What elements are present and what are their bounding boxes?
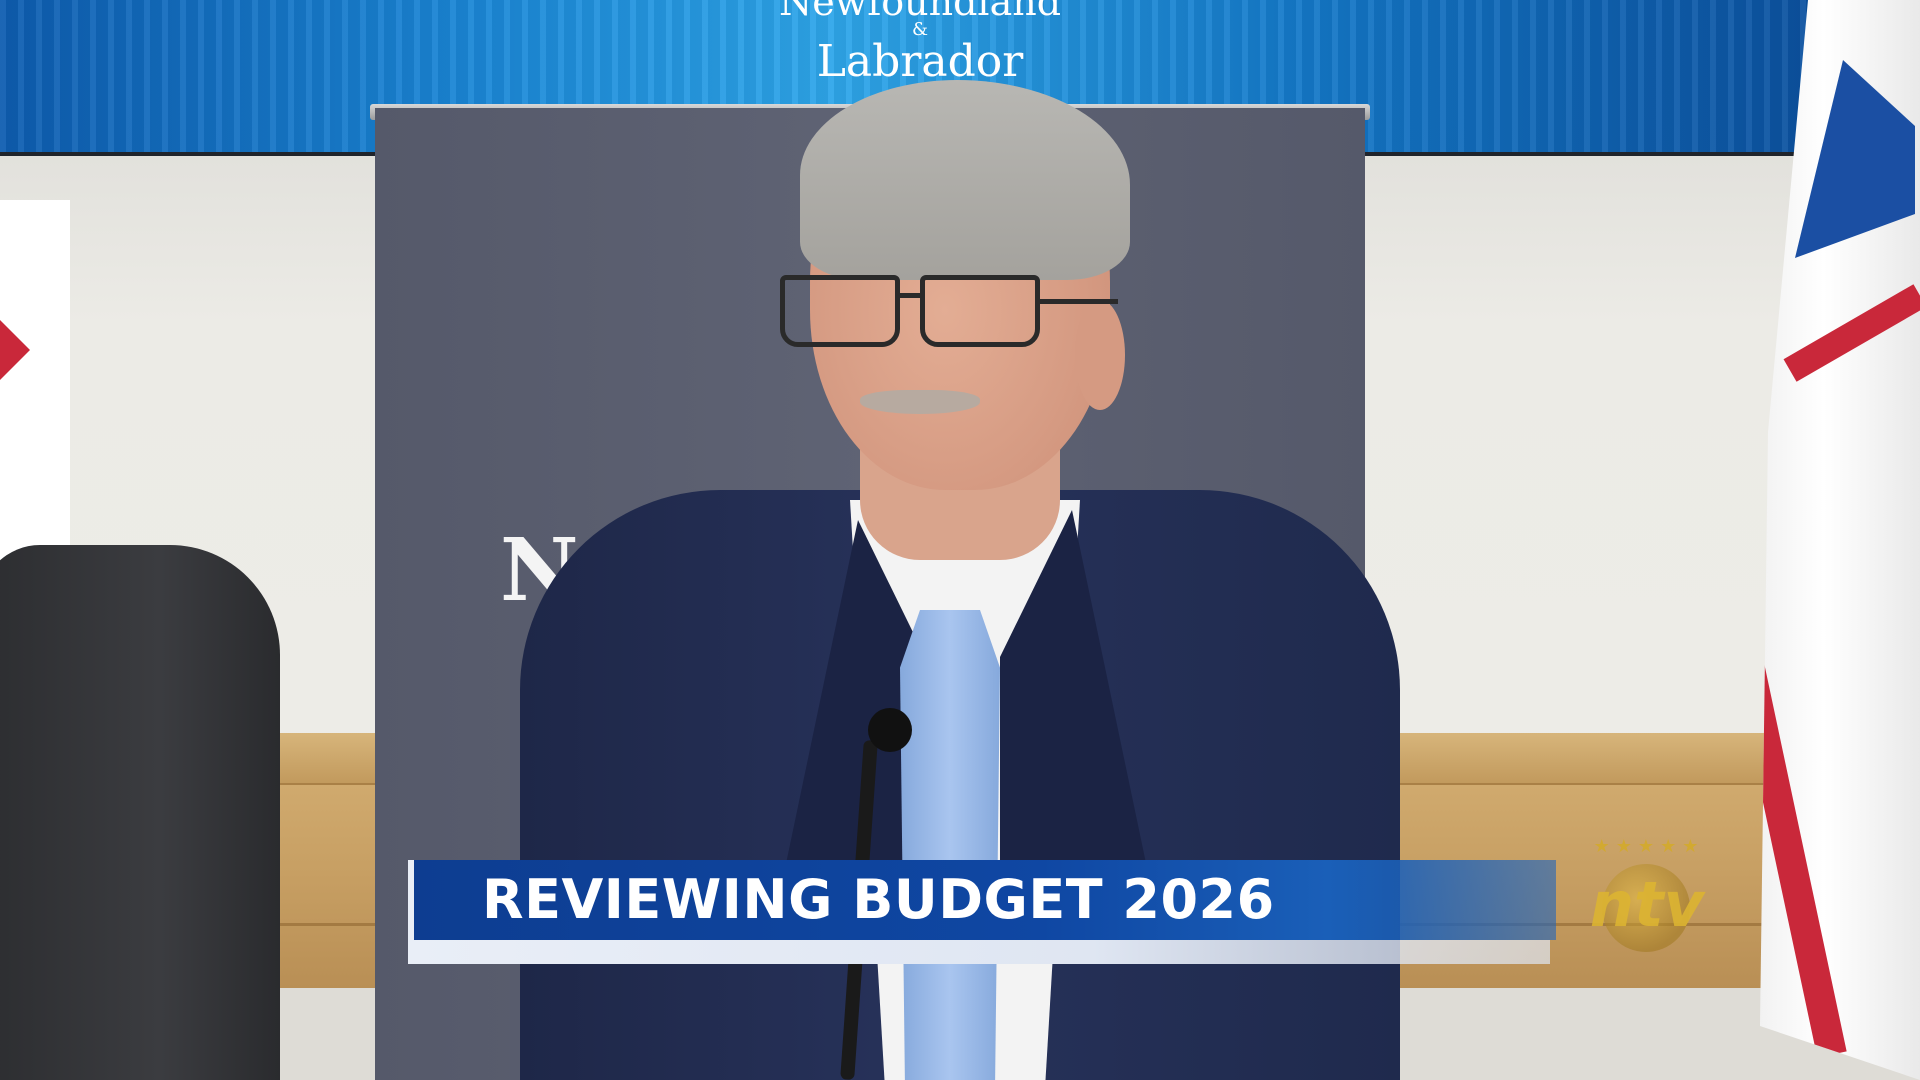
glasses-arm	[1038, 299, 1118, 304]
logo-text: ntv	[1589, 868, 1705, 941]
microphone-icon	[868, 708, 912, 752]
flag-red-panel	[0, 290, 30, 410]
logo-stars-icon: ★★★★★	[1593, 836, 1705, 857]
screen-title: Newfoundland & Labrador	[720, 0, 1120, 86]
flag-red-band	[1783, 284, 1920, 382]
lower-third-graphic: REVIEWING BUDGET 2026	[408, 860, 1556, 972]
grey-hair	[800, 80, 1130, 280]
mustache	[860, 390, 980, 414]
ntv-logo: ★★★★★ ntv	[1566, 836, 1726, 966]
screen-title-line2: Labrador	[816, 36, 1024, 87]
lens-left	[780, 275, 900, 347]
flag-blue-triangle	[1795, 60, 1915, 258]
blue-tie	[900, 610, 1000, 1080]
lower-third-bar: REVIEWING BUDGET 2026	[408, 860, 1556, 940]
lens-right	[920, 275, 1040, 347]
canada-flag	[0, 200, 70, 560]
glasses-icon	[780, 275, 1118, 347]
broadcast-frame: Newfoundland & Labrador Newfoundland	[0, 0, 1920, 1080]
lower-third-strip	[408, 940, 1550, 964]
person-left-edge	[0, 545, 280, 1080]
ear	[1075, 300, 1125, 410]
headline: REVIEWING BUDGET 2026	[482, 868, 1275, 931]
